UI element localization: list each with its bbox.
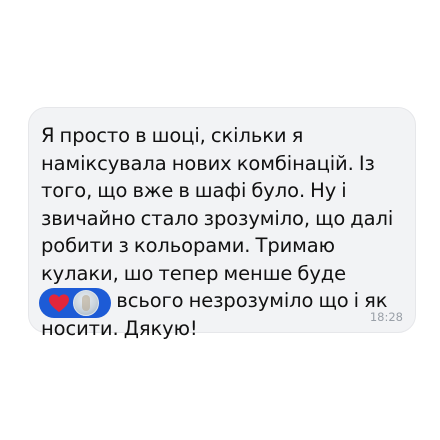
reaction-pill[interactable] <box>39 288 111 318</box>
message-bubble[interactable]: Я просто в шоці, скільки я наміксувала н… <box>28 107 416 340</box>
avatar <box>73 290 99 316</box>
heart-icon <box>49 294 69 313</box>
chat-area: Я просто в шоці, скільки я наміксувала н… <box>0 0 440 440</box>
message-timestamp: 18:28 <box>369 310 403 324</box>
